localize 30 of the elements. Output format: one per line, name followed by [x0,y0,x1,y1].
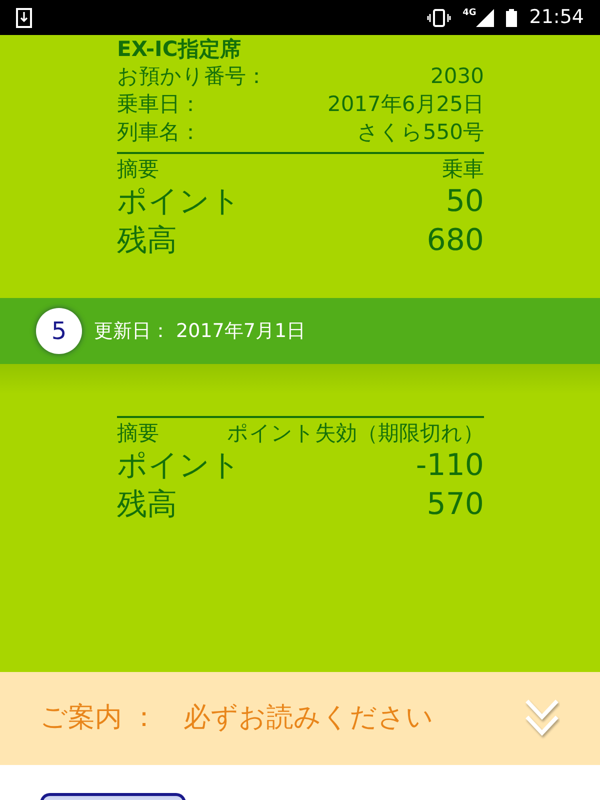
total-label: ポイント [117,447,241,485]
total-value: 570 [426,486,484,524]
summary-value: 乗車 [442,156,484,182]
detail-label: 乗車日： [117,91,201,118]
signal-icon [476,8,494,26]
notice-bar[interactable]: ご案内 ： 必ずお読みください [0,672,600,765]
update-date: 更新日： 2017年7月1日 [94,318,306,344]
total-label: 残高 [117,222,177,260]
detail-value: 2030 [430,63,484,90]
vibrate-icon [426,8,451,26]
detail-label: 列車名： [117,119,201,146]
total-value: -110 [416,447,484,485]
notice-text: 必ずお読みください [184,701,434,736]
detail-label: お預かり番号： [117,63,267,90]
summary-value: ポイント失効（期限切れ） [227,420,484,446]
battery-icon [506,8,518,26]
total-value: 50 [446,183,484,221]
summary-label: 摘要 [117,156,159,182]
clock: 21:54 [529,5,584,30]
total-value: 680 [426,222,484,260]
summary-label: 摘要 [117,420,159,446]
detail-value: 2017年6月25日 [327,91,484,118]
ticket-title: EX-IC指定席 [117,36,242,62]
entry-number-badge: 5 [36,308,82,354]
download-icon [16,8,32,28]
network-label: 4G [462,8,476,18]
total-label: 残高 [117,486,177,524]
total-label: ポイント [117,183,241,221]
notice-label: ご案内 ： [40,701,158,736]
detail-value: さくら550号 [356,119,484,146]
